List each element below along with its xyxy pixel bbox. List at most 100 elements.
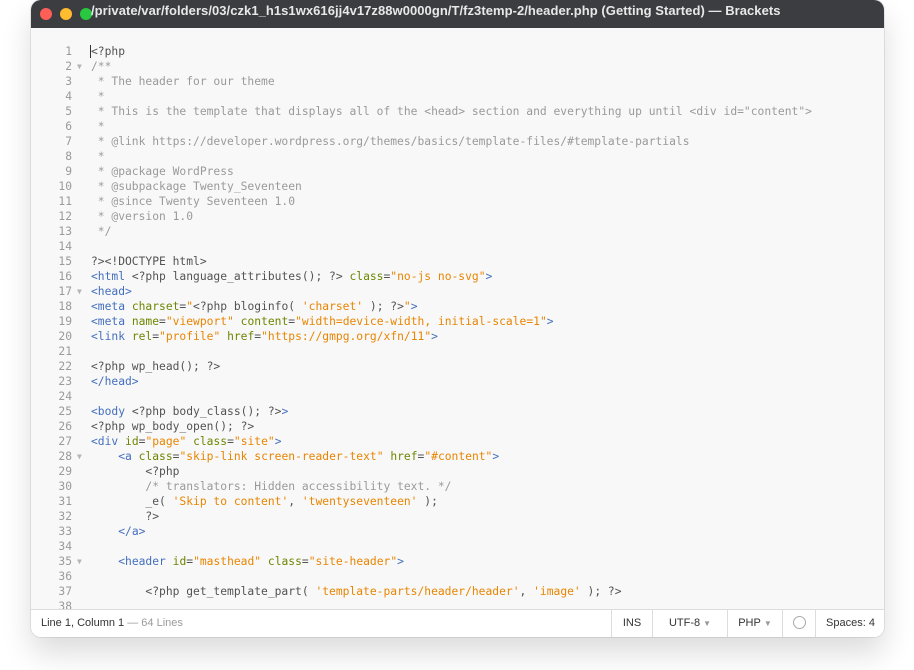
code-comment: * @link https://developer.wordpress.org/…: [91, 135, 690, 148]
fold-toggle-icon[interactable]: ▼: [77, 554, 82, 569]
insert-mode-toggle[interactable]: INS: [611, 610, 652, 637]
code-attribute: name: [131, 315, 160, 328]
code-line[interactable]: 16 <html <?php language_attributes(); ?> …: [31, 269, 884, 284]
line-code: * @since Twenty Seventeen 1.0: [91, 194, 295, 209]
code-line[interactable]: 22 <?php wp_head(); ?>: [31, 359, 884, 374]
code-tag: <a: [118, 450, 139, 463]
window-title: /private/var/folders/03/czk1_h1s1wx616jj…: [91, 3, 781, 18]
line-code: <body <?php body_class(); ?>>: [91, 404, 288, 419]
code-line[interactable]: 27 <div id="page" class="site">: [31, 434, 884, 449]
code-line[interactable]: 8 *: [31, 149, 884, 164]
language-dropdown[interactable]: PHP ▼: [727, 610, 782, 637]
code-tag: >: [281, 405, 289, 418]
line-number: 5: [65, 105, 72, 118]
code-line[interactable]: 36: [31, 569, 884, 584]
code-line[interactable]: 25 <body <?php body_class(); ?>>: [31, 404, 884, 419]
code-text: =: [159, 315, 166, 328]
code-line[interactable]: 12 * @version 1.0: [31, 209, 884, 224]
status-bar: Line 1, Column 1 — 64 Lines INS UTF-8 ▼ P…: [31, 609, 884, 637]
code-line[interactable]: 15 ?><!DOCTYPE html>: [31, 254, 884, 269]
code-line[interactable]: 17 ▼ <head>: [31, 284, 884, 299]
code-attribute: class: [349, 270, 384, 283]
code-line[interactable]: 28 ▼ <a class="skip-link screen-reader-te…: [31, 449, 884, 464]
code-tag: >: [410, 300, 418, 313]
code-line[interactable]: 14: [31, 239, 884, 254]
code-line[interactable]: 35 ▼ <header id="masthead" class="site-he…: [31, 554, 884, 569]
line-number: 18: [58, 300, 72, 313]
code-text: ,: [519, 585, 534, 598]
code-text: ?>: [91, 510, 160, 523]
encoding-dropdown[interactable]: UTF-8 ▼: [652, 610, 727, 637]
code-editor[interactable]: 1 <?php 2 ▼/** 3 * The header for our theme 4…: [31, 28, 884, 610]
minimize-window-button[interactable]: [60, 8, 72, 20]
code-lines[interactable]: 1 <?php 2 ▼/** 3 * The header for our theme 4…: [31, 44, 884, 610]
code-line[interactable]: 23 </head>: [31, 374, 884, 389]
code-line[interactable]: 2 ▼ /**: [31, 59, 884, 74]
line-number: 28: [58, 450, 72, 463]
fold-toggle-icon[interactable]: ▼: [77, 59, 82, 74]
indent-settings[interactable]: Spaces: 4: [815, 610, 884, 637]
code-attribute: charset: [131, 300, 180, 313]
code-comment: * @since Twenty Seventeen 1.0: [91, 195, 296, 208]
code-string: "no-js no-svg": [390, 270, 486, 283]
code-line[interactable]: 9 * @package WordPress: [31, 164, 884, 179]
code-line[interactable]: 24: [31, 389, 884, 404]
code-line[interactable]: 30 /* translators: Hidden accessibility …: [31, 479, 884, 494]
line-code: <?php wp_body_open(); ?>: [91, 419, 254, 434]
line-code: <meta charset="<?php bloginfo( 'charset'…: [91, 299, 418, 314]
code-line[interactable]: 31 _e( 'Skip to content', 'twentysevente…: [31, 494, 884, 509]
code-line[interactable]: 37 <?php get_template_part( 'template-pa…: [31, 584, 884, 599]
code-attribute: class: [193, 435, 228, 448]
code-tag: >: [485, 270, 493, 283]
code-tag: </head>: [91, 375, 139, 388]
close-window-button[interactable]: [40, 8, 52, 20]
line-number: 11: [58, 195, 72, 208]
language-label: PHP: [738, 617, 761, 629]
code-line[interactable]: 13 */: [31, 224, 884, 239]
line-number: 24: [58, 390, 72, 403]
line-number: 34: [58, 540, 72, 553]
code-line[interactable]: 34: [31, 539, 884, 554]
code-string: 'template-parts/header/header': [315, 585, 520, 598]
line-number: 9: [65, 165, 72, 178]
code-tag: <html: [91, 270, 126, 283]
line-count: — 64 Lines: [127, 617, 183, 629]
code-line[interactable]: 7 * @link https://developer.wordpress.or…: [31, 134, 884, 149]
code-line[interactable]: 19 <meta name="viewport" content="width=d…: [31, 314, 884, 329]
code-line[interactable]: 10 * @subpackage Twenty_Seventeen: [31, 179, 884, 194]
code-line[interactable]: 3 * The header for our theme: [31, 74, 884, 89]
code-line[interactable]: 26 <?php wp_body_open(); ?>: [31, 419, 884, 434]
code-line[interactable]: 33 </a>: [31, 524, 884, 539]
linter-status-button[interactable]: [782, 610, 815, 637]
code-line[interactable]: 29 <?php: [31, 464, 884, 479]
code-line[interactable]: 11 * @since Twenty Seventeen 1.0: [31, 194, 884, 209]
code-comment: /* translators: Hidden accessibility tex…: [145, 480, 452, 493]
title-bar: /private/var/folders/03/czk1_h1s1wx616jj…: [31, 0, 884, 28]
code-line[interactable]: 18 <meta charset="<?php bloginfo( 'charse…: [31, 299, 884, 314]
line-number: 25: [58, 405, 72, 418]
code-attribute: href: [227, 330, 255, 343]
line-number: 30: [58, 480, 72, 493]
code-tag: >: [431, 330, 438, 343]
line-code: /* translators: Hidden accessibility tex…: [91, 479, 451, 494]
code-tag: >: [546, 315, 554, 328]
code-line[interactable]: 6 *: [31, 119, 884, 134]
fold-toggle-icon[interactable]: ▼: [77, 449, 82, 464]
fold-toggle-icon[interactable]: ▼: [77, 284, 82, 299]
code-line[interactable]: 1 <?php: [31, 44, 884, 59]
code-line[interactable]: 4 *: [31, 89, 884, 104]
code-attribute: class: [267, 555, 302, 568]
line-code: _e( 'Skip to content', 'twentyseventeen'…: [91, 494, 437, 509]
code-text: <?php language_attributes(); ?>: [125, 270, 350, 283]
code-text: <?php body_class(); ?>: [125, 405, 282, 418]
code-line[interactable]: 5 * This is the template that displays a…: [31, 104, 884, 119]
code-line[interactable]: 20 <link rel="profile" href="https://gmpg…: [31, 329, 884, 344]
code-line[interactable]: 32 ?>: [31, 509, 884, 524]
code-text: ,: [288, 495, 302, 508]
code-attribute: class: [138, 450, 173, 463]
line-code: * This is the template that displays all…: [91, 104, 812, 119]
line-number: 15: [58, 255, 72, 268]
code-line[interactable]: 21: [31, 344, 884, 359]
